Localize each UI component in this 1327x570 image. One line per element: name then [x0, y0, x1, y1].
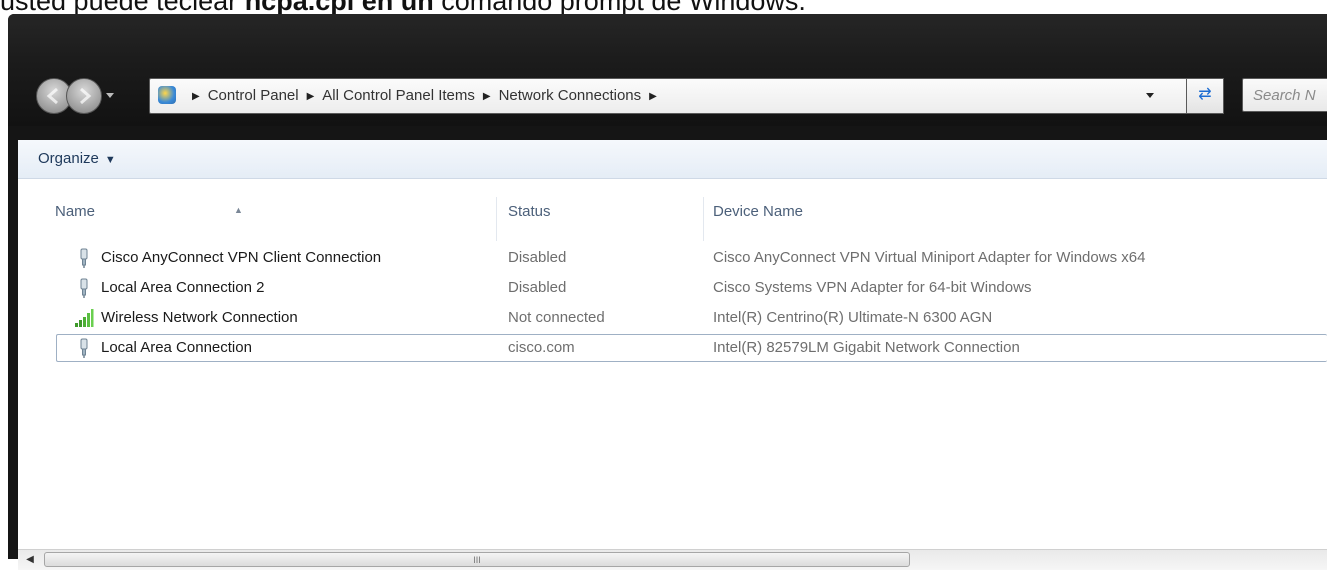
forward-arrow-icon: [80, 87, 92, 105]
column-divider[interactable]: [496, 197, 497, 241]
breadcrumb: ▶ Control Panel ▶ All Control Panel Items ▶ N…: [184, 79, 665, 113]
chevron-right-icon[interactable]: ▶: [307, 80, 315, 114]
refresh-button[interactable]: ⇄: [1186, 78, 1224, 114]
table-row[interactable]: Local Area Connection 2 Disabled Cisco S…: [18, 273, 1327, 303]
network-adapter-icon: [80, 248, 88, 268]
wireless-signal-icon: [75, 309, 94, 327]
network-adapter-icon: [80, 338, 88, 358]
column-headers: Name ▲ Status Device Name: [18, 197, 1327, 241]
sort-ascending-icon: ▲: [234, 205, 243, 215]
breadcrumb-all-items[interactable]: All Control Panel Items: [322, 87, 475, 104]
table-row[interactable]: Local Area Connection cisco.com Intel(R)…: [18, 333, 1327, 363]
column-header-status[interactable]: Status: [508, 197, 551, 227]
recent-pages-dropdown-icon[interactable]: [106, 93, 114, 98]
column-header-name[interactable]: Name: [55, 197, 95, 227]
chevron-right-icon[interactable]: ▶: [192, 80, 200, 114]
connection-name: Wireless Network Connection: [101, 309, 298, 326]
refresh-icon: ⇄: [1198, 86, 1212, 103]
connection-name: Cisco AnyConnect VPN Client Connection: [101, 249, 382, 266]
address-bar[interactable]: ▶ Control Panel ▶ All Control Panel Items ▶ N…: [149, 78, 1191, 114]
chevron-down-icon: ▼: [104, 154, 116, 166]
connection-status: Disabled: [508, 249, 567, 266]
table-row[interactable]: Cisco AnyConnect VPN Client Connection D…: [18, 243, 1327, 273]
address-dropdown-icon[interactable]: [1146, 93, 1154, 98]
connection-status: Not connected: [508, 309, 605, 326]
connection-name: Local Area Connection: [101, 339, 252, 356]
chevron-right-icon[interactable]: ▶: [483, 80, 491, 114]
connection-status: Disabled: [508, 279, 567, 296]
horizontal-scrollbar[interactable]: ◀ III: [18, 549, 1327, 570]
scrollbar-thumb[interactable]: III: [44, 552, 910, 567]
organize-label: Organize: [38, 150, 99, 167]
file-list: Name ▲ Status Device Name Cisco AnyConne…: [18, 179, 1327, 549]
connection-status: cisco.com: [508, 339, 575, 356]
column-header-device[interactable]: Device Name: [713, 197, 803, 227]
breadcrumb-control-panel[interactable]: Control Panel: [208, 87, 299, 104]
connection-device: Cisco Systems VPN Adapter for 64-bit Win…: [713, 279, 1032, 296]
organize-button[interactable]: Organize ▼: [38, 140, 116, 179]
search-input[interactable]: Search N: [1242, 78, 1327, 112]
chevron-right-icon[interactable]: ▶: [649, 80, 657, 114]
connection-device: Cisco AnyConnect VPN Virtual Miniport Ad…: [713, 249, 1146, 266]
control-panel-icon: [158, 86, 176, 104]
scroll-left-icon[interactable]: ◀: [18, 550, 42, 570]
table-row[interactable]: Wireless Network Connection Not connecte…: [18, 303, 1327, 333]
forward-button[interactable]: [66, 78, 102, 114]
command-bar: Organize ▼: [18, 140, 1327, 179]
network-adapter-icon: [80, 278, 88, 298]
connection-device: Intel(R) 82579LM Gigabit Network Connect…: [713, 339, 1020, 356]
column-divider[interactable]: [703, 197, 704, 241]
connection-device: Intel(R) Centrino(R) Ultimate-N 6300 AGN: [713, 309, 993, 326]
explorer-window: ▶ Control Panel ▶ All Control Panel Items ▶ N…: [8, 14, 1327, 570]
breadcrumb-network-connections[interactable]: Network Connections: [499, 87, 642, 104]
connection-name: Local Area Connection 2: [101, 279, 265, 296]
